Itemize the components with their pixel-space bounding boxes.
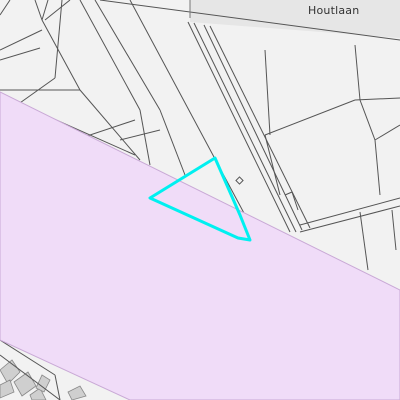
street-label-houtlaan: Houtlaan <box>308 4 360 17</box>
map-view[interactable]: Houtlaan <box>0 0 400 400</box>
map-canvas <box>0 0 400 400</box>
